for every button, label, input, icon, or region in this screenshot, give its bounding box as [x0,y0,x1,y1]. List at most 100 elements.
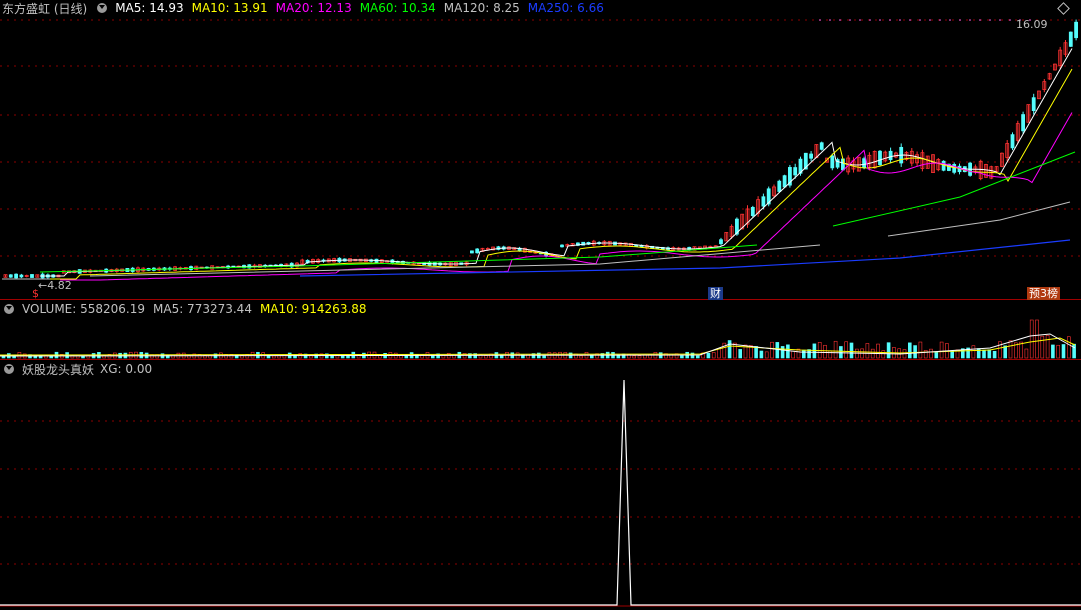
volume-bar [913,345,917,359]
volume-bar [589,355,594,359]
high-price-label: 16.09 [1016,18,1048,31]
candle-body [793,167,798,176]
ma20-line [60,112,1073,281]
volume-bar [727,340,732,359]
volume-bar [934,351,939,359]
volume-bar [828,350,833,359]
indicator-line [0,379,1081,606]
volume-bar [791,350,796,359]
volume-bar [833,340,838,359]
marker-dot [859,19,861,21]
marker-dot [999,19,1001,21]
volume-bar [764,351,769,359]
candle-body [809,153,813,159]
candle-body [30,274,34,278]
candle-body [878,150,882,166]
marker-dot [849,19,851,21]
candle-body [1021,114,1025,132]
candle-body [469,250,474,254]
volume-bar [271,355,276,359]
volume-bar [775,342,780,359]
volume-bar [695,355,700,359]
volume-bar [483,355,488,359]
volume-bar [844,341,849,359]
marker-dot [889,19,891,21]
volume-bar [865,343,870,359]
volume-bar [992,350,997,359]
volume-bar [849,342,854,359]
volume-bar [1024,348,1029,359]
volume-bar [801,349,806,359]
volume-bar [642,354,647,359]
volume-bar [886,342,891,359]
volume-bar [786,344,790,359]
volume-bar [1029,319,1034,359]
volume-bar [309,355,313,359]
marker-dot [839,19,841,21]
marker-dot [1009,19,1011,21]
volume-bar [780,346,785,359]
volume-bar [839,346,843,359]
volume-bar [982,349,986,359]
marker-dot [989,19,991,21]
marker-dot [869,19,871,21]
volume-bar [632,355,637,359]
volume-bar [907,342,912,359]
marker-dot [879,19,881,21]
volume-bar [579,355,584,359]
volume-bar [1067,336,1071,359]
volume-bar [637,355,642,359]
volume-bar [929,348,933,359]
candle-body [1068,31,1073,47]
candle-body [14,273,19,279]
ma120-line [89,201,1071,277]
volume-bar [823,344,827,359]
volume-bar [923,350,928,359]
marker-dot [969,19,971,21]
candle-body [19,274,24,278]
volume-bar [998,341,1002,359]
volume-bar [499,355,504,359]
volume-bar [759,350,764,359]
volume-bar [1035,319,1039,359]
ma10-line [40,68,1073,280]
volume-bar [1056,344,1060,359]
volume-bar [542,355,546,359]
forecast-tag[interactable]: 预3榜 [1027,287,1060,300]
marker-dot [979,19,981,21]
candle-body [8,274,13,278]
candle-body [830,155,835,169]
marker-dot [829,19,831,21]
marker-dot [909,19,911,21]
volume-bar [738,349,743,359]
volume-bar [987,349,992,359]
ma60-line [39,151,1076,273]
volume-bar [1008,340,1013,359]
candle-body [819,142,824,150]
volume-bar [430,355,435,359]
candle-body [777,180,782,192]
marker-dollar: $ [32,287,39,300]
finance-tag[interactable]: 财 [708,287,723,300]
volume-bar [876,343,880,359]
volume-bar [971,345,976,359]
marker-dot [919,19,921,21]
candle-body [782,175,787,188]
volume-bar [1045,334,1050,359]
volume-bar [918,341,923,359]
volume-bar [770,341,774,359]
volume-bar [754,346,758,359]
marker-dot [959,19,961,21]
volume-bar [1051,344,1055,359]
volume-bar [1072,343,1076,359]
volume-bar [733,342,737,359]
volume-bar [950,350,955,359]
volume-bar [881,350,886,359]
marker-dot [929,19,931,21]
candle-body [1010,134,1015,149]
marker-dot [819,19,821,21]
low-price-label: ←4.82 [38,279,72,292]
volume-bar [711,352,716,359]
volume-bar [1040,335,1045,359]
volume-bar [277,355,281,359]
